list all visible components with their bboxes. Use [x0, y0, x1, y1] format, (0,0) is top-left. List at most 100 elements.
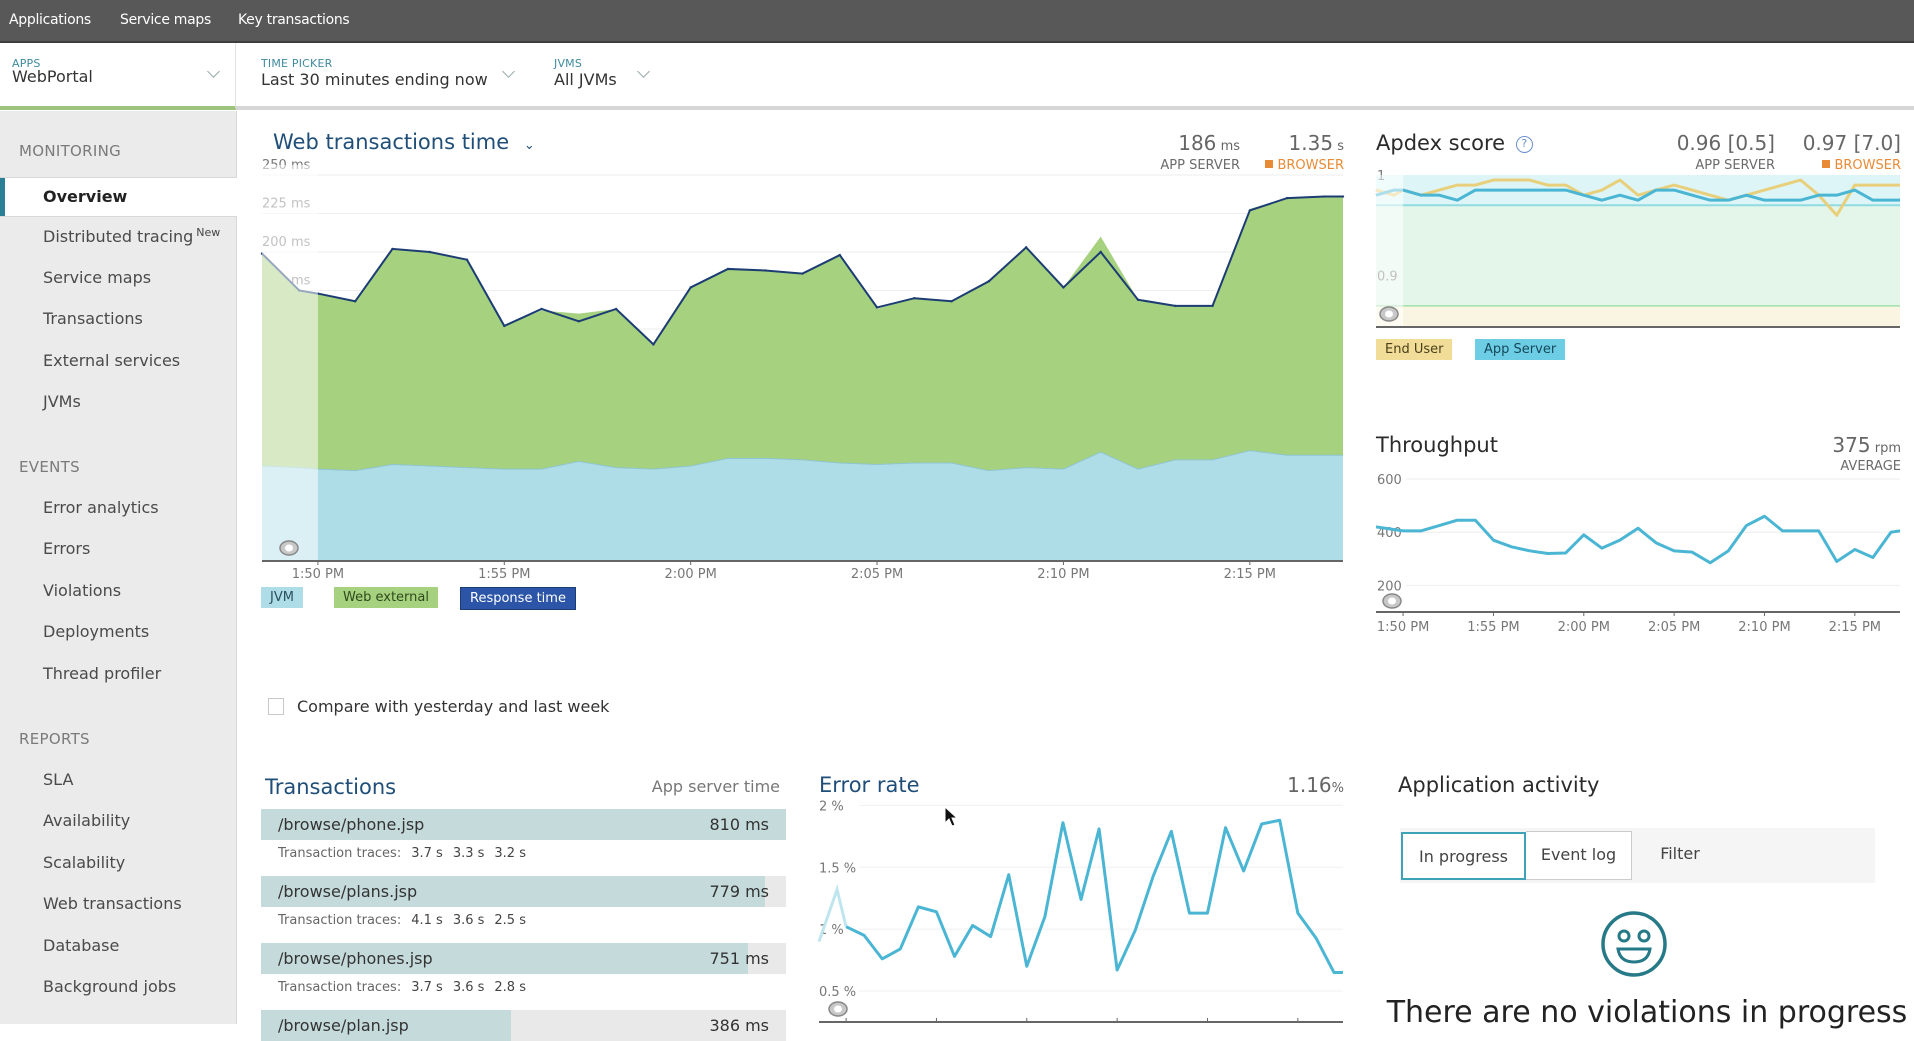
- sidebar-item-transactions[interactable]: Transactions: [43, 309, 143, 328]
- throughput-average-label: AVERAGE: [1840, 459, 1901, 474]
- apps-picker[interactable]: APPS WebPortal: [0, 43, 236, 110]
- section-reports: REPORTS: [19, 730, 90, 748]
- toggle-visibility-icon[interactable]: [828, 1001, 848, 1017]
- time-picker-label: TIME PICKER: [261, 57, 333, 70]
- sidebar-item-background-jobs[interactable]: Background jobs: [43, 977, 176, 996]
- sidebar-item-error-analytics[interactable]: Error analytics: [43, 498, 159, 517]
- sidebar-item-errors[interactable]: Errors: [43, 539, 90, 558]
- x-tick-label: 1:55 PM: [1467, 620, 1519, 635]
- app-server-time-unit: ms: [1220, 139, 1240, 154]
- legend-web-external[interactable]: Web external: [334, 587, 438, 608]
- toggle-visibility-icon[interactable]: [279, 540, 299, 556]
- response-time-point: [465, 258, 469, 261]
- response-time-point: [1248, 209, 1252, 212]
- trace-link[interactable]: 3.2 s: [494, 846, 526, 861]
- response-time-point: [726, 267, 730, 271]
- response-time-point: [1174, 304, 1177, 308]
- nav-applications[interactable]: Applications: [9, 12, 91, 28]
- transaction-time: 386 ms: [709, 1016, 769, 1035]
- tab-in-progress[interactable]: In progress: [1401, 832, 1526, 880]
- sidebar-item-overview[interactable]: Overview: [0, 177, 237, 217]
- time-picker[interactable]: TIME PICKER Last 30 minutes ending now: [261, 43, 521, 110]
- help-icon[interactable]: ?: [1515, 136, 1533, 153]
- response-time-point: [1062, 286, 1065, 289]
- response-time-point: [1211, 304, 1214, 308]
- sidebar-item-scalability[interactable]: Scalability: [43, 853, 125, 872]
- band-excellent: [1376, 175, 1900, 206]
- legend-response-time[interactable]: Response time: [460, 587, 576, 610]
- web-tx-title-text: Web transactions time: [273, 130, 510, 154]
- area-web-external: [262, 196, 1343, 560]
- sidebar-item-deployments[interactable]: Deployments: [43, 622, 149, 641]
- compare-checkbox[interactable]: [268, 698, 284, 715]
- trace-link[interactable]: 3.6 s: [453, 980, 485, 995]
- transaction-row[interactable]: /browse/plans.jsp 779 ms: [261, 876, 786, 907]
- response-time-point: [577, 320, 581, 323]
- jvms-value: All JVMs: [554, 70, 617, 89]
- sidebar: MONITORING Overview Distributed tracing N…: [0, 111, 237, 1024]
- sidebar-item-distributed-tracing[interactable]: Distributed tracing New: [43, 226, 220, 246]
- toggle-visibility-icon[interactable]: [1382, 593, 1402, 609]
- band-good: [1376, 205, 1900, 306]
- legend-app-server[interactable]: App Server: [1475, 339, 1566, 360]
- tab-event-log[interactable]: Event log: [1526, 831, 1632, 880]
- x-tick-label: 1:55 PM: [478, 567, 530, 582]
- throughput-value: 375 rpm: [1760, 433, 1901, 457]
- nav-key-transactions[interactable]: Key transactions: [238, 12, 350, 28]
- apdex-title: Apdex score ?: [1376, 131, 1533, 155]
- mouse-cursor-icon: [944, 805, 959, 827]
- toggle-visibility-icon[interactable]: [1379, 306, 1399, 322]
- y-tick-label: 75 ms: [262, 428, 302, 443]
- transaction-time: 751 ms: [709, 949, 769, 968]
- nav-service-maps[interactable]: Service maps: [120, 12, 211, 28]
- sidebar-item-label: Overview: [43, 187, 128, 206]
- top-nav-bar: Applications Service maps Key transactio…: [0, 0, 1914, 43]
- sidebar-item-availability[interactable]: Availability: [43, 811, 130, 830]
- response-time-point: [1341, 195, 1345, 198]
- trace-link[interactable]: 2.5 s: [494, 913, 526, 928]
- sidebar-item-database[interactable]: Database: [43, 936, 119, 955]
- trace-link[interactable]: 4.1 s: [411, 913, 443, 928]
- new-badge: New: [196, 226, 221, 239]
- trace-link[interactable]: 3.6 s: [453, 913, 485, 928]
- sidebar-item-service-maps[interactable]: Service maps: [43, 268, 151, 287]
- transaction-row[interactable]: /browse/phone.jsp 810 ms: [261, 809, 786, 840]
- sidebar-item-jvms[interactable]: JVMs: [43, 392, 81, 411]
- legend-jvm[interactable]: JVM: [261, 587, 303, 608]
- transaction-name: /browse/phones.jsp: [278, 949, 433, 968]
- error-rate-value: 1.16%: [1230, 773, 1344, 797]
- filter-button[interactable]: Filter: [1640, 831, 1720, 879]
- trace-link[interactable]: 3.3 s: [453, 846, 485, 861]
- y-tick-label: 175 ms: [262, 274, 311, 289]
- x-tick-label: 2:15 PM: [1829, 620, 1881, 635]
- y-tick-label: 0.5 %: [819, 985, 856, 1000]
- response-time-point: [316, 292, 320, 295]
- y-tick-label: 125 ms: [262, 351, 311, 366]
- sidebar-item-external-services[interactable]: External services: [43, 351, 180, 370]
- transaction-row[interactable]: /browse/phones.jsp 751 ms: [261, 943, 786, 974]
- sidebar-item-web-transactions[interactable]: Web transactions: [43, 894, 182, 913]
- response-time-point: [503, 324, 506, 328]
- transaction-row[interactable]: /browse/plan.jsp 386 ms: [261, 1010, 786, 1041]
- app-server-time: 186 ms: [1130, 131, 1240, 155]
- trace-link[interactable]: 2.8 s: [494, 980, 526, 995]
- response-time-point: [391, 247, 394, 251]
- incomplete-data-overlay: [1376, 175, 1404, 326]
- error-rate-title[interactable]: Error rate: [819, 773, 920, 797]
- sidebar-item-violations[interactable]: Violations: [43, 581, 121, 600]
- transaction-traces: Transaction traces: 4.1 s 3.6 s 2.5 s: [278, 913, 526, 928]
- legend-end-user[interactable]: End User: [1376, 339, 1453, 360]
- sidebar-item-thread-profiler[interactable]: Thread profiler: [43, 664, 161, 683]
- apdex-title-text: Apdex score: [1376, 131, 1506, 155]
- incomplete-data-overlay: [262, 165, 318, 560]
- apdex-app-server-value: 0.96 [0.5]: [1676, 131, 1775, 155]
- trace-link[interactable]: 3.7 s: [411, 980, 443, 995]
- web-tx-title[interactable]: Web transactions time ⌄: [273, 130, 535, 154]
- area-jvm: [262, 450, 1343, 560]
- x-tick-label: 2:15 PM: [1224, 567, 1276, 582]
- sidebar-item-sla[interactable]: SLA: [43, 770, 73, 789]
- x-tick-label: 2:00 PM: [1558, 620, 1610, 635]
- transactions-title[interactable]: Transactions: [265, 775, 396, 799]
- trace-link[interactable]: 3.7 s: [411, 846, 443, 861]
- jvms-picker[interactable]: JVMS All JVMs: [554, 43, 654, 110]
